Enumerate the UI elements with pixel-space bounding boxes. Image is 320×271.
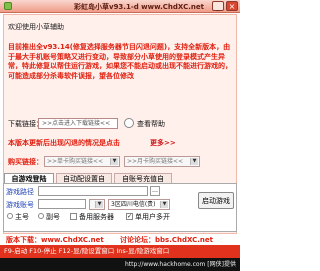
backup-server-checkbox[interactable]	[70, 213, 77, 220]
single-card-select[interactable]: >>单卡购买链接<< ▼	[44, 156, 120, 167]
game-path-label: 游戏路径	[6, 188, 34, 196]
main-account-label: 主号	[15, 213, 29, 221]
minimize-button[interactable]: _	[212, 1, 224, 11]
chevron-down-icon: ▼	[95, 201, 103, 208]
chevron-down-icon: ▼	[110, 158, 118, 165]
chevron-down-icon: ▼	[190, 158, 198, 165]
start-game-button[interactable]: 启动游戏	[198, 192, 234, 209]
forum-link[interactable]: 讨论论坛：bbs.ChdXC.net	[120, 235, 213, 245]
promo-text: 本版本更新后出现闪退的情况是点击	[8, 139, 120, 147]
backup-server-label: 备用服务器	[79, 213, 114, 221]
single-user-multi-checkbox[interactable]: ✓	[126, 213, 133, 220]
account-input[interactable]	[38, 199, 86, 209]
account-label: 游戏账号	[6, 201, 34, 209]
server-select[interactable]: 3区四川电信(贵) ▼	[108, 199, 170, 210]
purchase-label: 购买链接：	[8, 158, 43, 166]
main-account-radio[interactable]	[7, 213, 13, 219]
month-card-select[interactable]: >>月卡购买链接<< ▼	[124, 156, 200, 167]
single-card-select-value: >>单卡购买链接<<	[47, 158, 104, 165]
welcome-text: 欢迎使用小草辅助	[8, 23, 64, 31]
help-icon	[124, 118, 134, 128]
download-link[interactable]: >>点击进入下载链接<<	[38, 118, 118, 129]
watermark: http://www.hackhome.com [网侠]提供	[0, 258, 240, 271]
close-button[interactable]: ×	[226, 1, 238, 11]
server-select-value: 3区四川电信(贵)	[111, 201, 156, 208]
more-link[interactable]: 更多>>	[150, 138, 176, 148]
download-site-link[interactable]: 版本下载：www.ChdXC.net	[6, 235, 104, 245]
alt-account-radio[interactable]	[38, 213, 44, 219]
account-dropdown[interactable]: ▼	[89, 199, 105, 210]
month-card-select-value: >>月卡购买链接<<	[127, 158, 184, 165]
game-path-input[interactable]	[38, 186, 148, 196]
chevron-down-icon: ▼	[160, 201, 168, 208]
update-notice: 目前推出全v93.14(修复选择服务器节目闪退问题)，支持全新版本，由于最大手机…	[8, 43, 232, 80]
help-button[interactable]: 查看帮助	[137, 119, 165, 129]
single-user-multi-label: 单用户多开	[135, 213, 170, 221]
app-icon	[4, 2, 12, 10]
window-title: 彩虹岛小草v93.1-d www.ChdXC.net	[74, 3, 204, 11]
alt-account-label: 副号	[46, 213, 60, 221]
shortcut-bar: F9-启动 F10-停止 F12-显/隐设置窗口 Ins-显/隐游戏窗口	[0, 245, 240, 258]
browse-button[interactable]: …	[150, 186, 160, 196]
